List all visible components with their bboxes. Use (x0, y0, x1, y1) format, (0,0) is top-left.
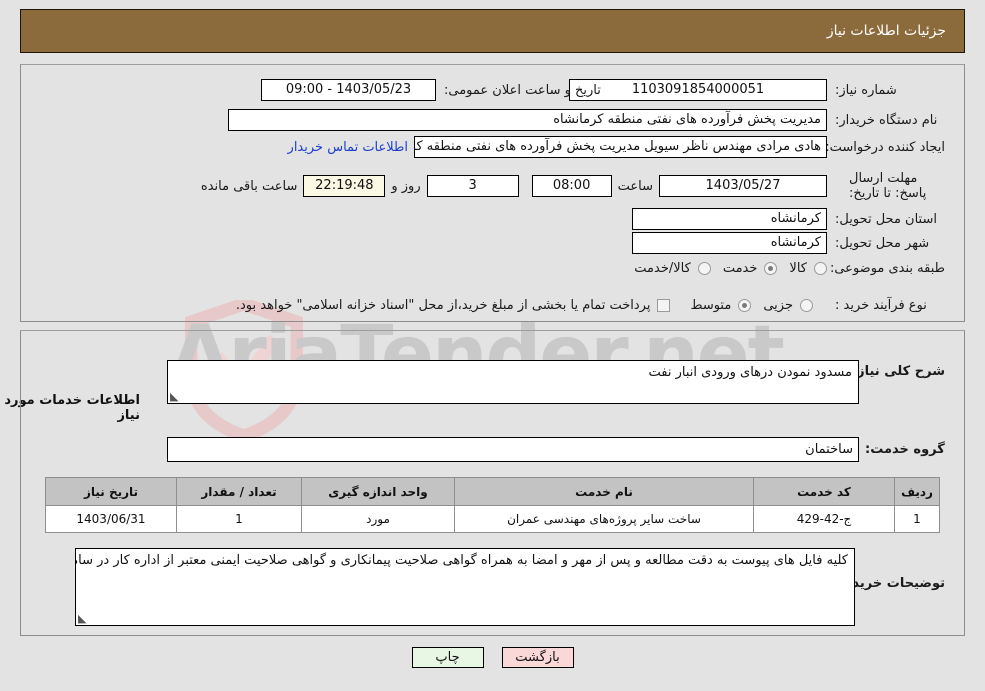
action-button-bar: بازگشت چاپ (0, 647, 985, 668)
need-details-panel (20, 330, 965, 636)
page-title-bar: جزئیات اطلاعات نیاز (20, 9, 965, 53)
need-summary-panel (20, 64, 965, 322)
back-button[interactable]: بازگشت (501, 647, 574, 668)
page-title: جزئیات اطلاعات نیاز (826, 23, 946, 39)
print-button[interactable]: چاپ (411, 647, 484, 668)
